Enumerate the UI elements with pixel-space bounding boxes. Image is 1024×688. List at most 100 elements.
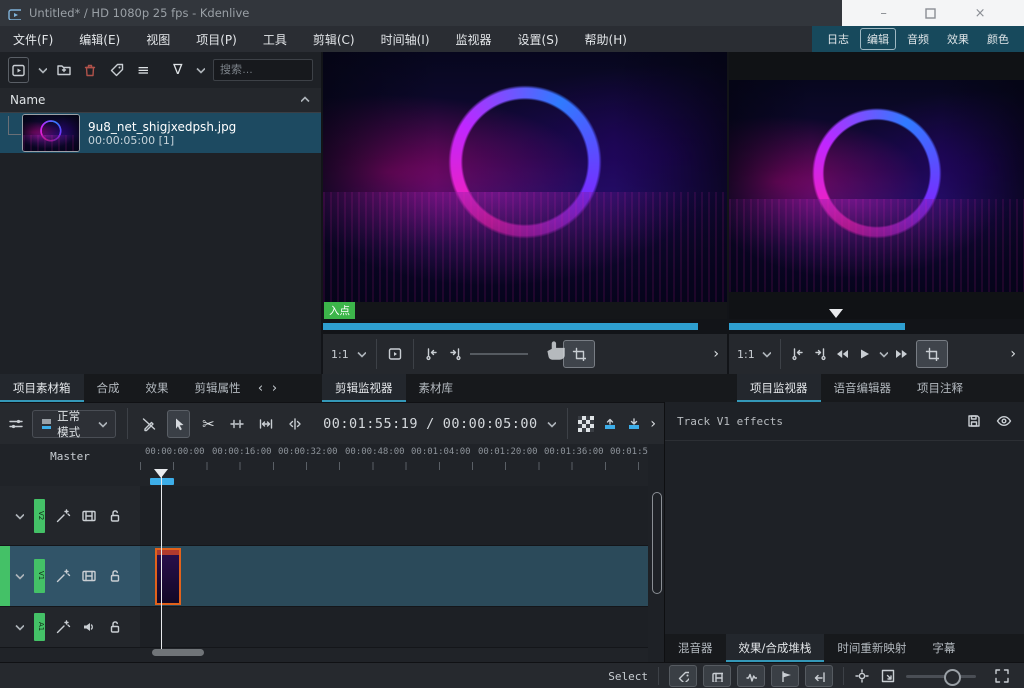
monitor-overlay-icon[interactable]	[387, 346, 403, 362]
set-out-point-icon[interactable]	[447, 346, 463, 362]
chevron-down-icon[interactable]	[195, 65, 205, 75]
menu-clip[interactable]: 剪辑(C)	[300, 26, 368, 52]
menu-view[interactable]: 视图	[133, 26, 183, 52]
tab-project-bin[interactable]: 项目素材箱	[0, 374, 84, 402]
chevron-down-icon[interactable]	[14, 511, 24, 521]
chevron-down-icon[interactable]	[878, 349, 888, 359]
track-v2-lane[interactable]	[140, 486, 648, 546]
speaker-icon[interactable]	[81, 619, 97, 635]
monitor-playhead[interactable]	[829, 309, 843, 318]
workspace-effects[interactable]: 效果	[940, 28, 976, 50]
track-target-bar[interactable]: V1	[34, 559, 45, 593]
rewind-icon[interactable]	[834, 346, 850, 362]
bin-name-header[interactable]: Name	[0, 88, 321, 113]
playhead-line[interactable]	[161, 470, 162, 652]
film-icon[interactable]	[81, 568, 97, 584]
chevron-down-icon[interactable]	[546, 419, 556, 429]
workspace-audio[interactable]: 音频	[900, 28, 936, 50]
track-v2-header[interactable]: V2	[0, 486, 140, 546]
effects-wand-icon[interactable]	[55, 508, 71, 524]
clip-monitor-ruler[interactable]	[323, 319, 727, 334]
zoom-level[interactable]: 1:1	[331, 348, 349, 361]
effects-wand-icon[interactable]	[55, 619, 71, 635]
insert-zone-button[interactable]	[256, 411, 277, 437]
timeline-position[interactable]: 00:01:55:19	[323, 416, 418, 432]
chevron-down-icon[interactable]	[14, 571, 24, 581]
fit-zoom-icon[interactable]	[880, 668, 896, 684]
tab-speech-editor[interactable]: 语音编辑器	[821, 374, 905, 402]
track-compositing-icon[interactable]	[578, 415, 595, 432]
tab-project-notes[interactable]: 项目注释	[904, 374, 976, 402]
master-button[interactable]: Master	[0, 450, 140, 463]
minimize-button[interactable]: –	[880, 6, 887, 21]
spacer-tool-button[interactable]	[227, 411, 248, 437]
edit-mode-dropdown[interactable]: 正常模式	[32, 409, 116, 439]
maximize-button[interactable]	[925, 7, 936, 19]
show-markers-button[interactable]	[669, 665, 697, 687]
save-icon[interactable]	[966, 413, 982, 429]
menu-settings[interactable]: 设置(S)	[505, 26, 572, 52]
tab-scroll-left[interactable]: ‹	[254, 374, 268, 402]
zone-bar[interactable]	[323, 323, 698, 330]
track-active-edge[interactable]	[0, 546, 10, 606]
audio-thumbnails-button[interactable]	[737, 665, 765, 687]
track-target-bar[interactable]: V2	[34, 498, 45, 533]
menu-file[interactable]: 文件(F)	[0, 26, 66, 52]
chevron-down-icon[interactable]	[14, 622, 24, 632]
tab-subtitles[interactable]: 字幕	[919, 634, 968, 662]
tab-clip-properties[interactable]: 剪辑属性	[182, 374, 254, 402]
timeline-settings-icon[interactable]	[8, 416, 24, 432]
chevron-down-icon[interactable]	[356, 349, 366, 359]
tab-mixer[interactable]: 混音器	[665, 634, 726, 662]
show-markers-comments-button[interactable]	[771, 665, 799, 687]
menu-project[interactable]: 项目(P)	[183, 26, 250, 52]
chevron-down-icon[interactable]	[761, 349, 771, 359]
add-clip-button[interactable]	[8, 57, 29, 83]
toolbar-overflow[interactable]: ›	[713, 346, 719, 362]
tab-scroll-right[interactable]: ›	[268, 374, 282, 402]
set-in-point-icon[interactable]	[424, 346, 440, 362]
toolbar-overflow[interactable]: ›	[1010, 346, 1016, 362]
selection-tool-button[interactable]	[167, 409, 190, 438]
horizontal-scrollbar-thumb[interactable]	[152, 649, 204, 656]
film-icon[interactable]	[81, 508, 97, 524]
timeline-clip[interactable]	[155, 548, 181, 605]
lock-open-icon[interactable]	[107, 568, 123, 584]
tab-compositions[interactable]: 合成	[84, 374, 133, 402]
vertical-scrollbar[interactable]	[648, 444, 664, 662]
filter-button[interactable]: ∇	[169, 58, 188, 82]
track-a1-lane[interactable]	[140, 607, 648, 648]
razor-tool-button[interactable]: ✂	[198, 411, 219, 437]
delete-button[interactable]	[81, 58, 100, 82]
fit-timeline-icon[interactable]	[994, 668, 1010, 684]
project-monitor-video[interactable]	[729, 80, 1024, 292]
create-folder-button[interactable]	[55, 58, 74, 82]
insert-track-zone-icon[interactable]	[602, 416, 618, 432]
close-button[interactable]: ×	[975, 6, 986, 21]
tab-effect-stack[interactable]: 效果/合成堆栈	[725, 634, 825, 662]
tab-clip-monitor[interactable]: 剪辑监视器	[322, 374, 406, 402]
zoom-slider-thumb[interactable]	[944, 668, 961, 686]
jog-slider[interactable]	[469, 353, 528, 355]
menu-timeline[interactable]: 时间轴(I)	[368, 26, 443, 52]
menu-tools[interactable]: 工具	[250, 26, 300, 52]
track-v1-header[interactable]: V1	[0, 546, 140, 607]
play-icon[interactable]	[856, 346, 872, 362]
tab-project-monitor[interactable]: 项目监视器	[737, 374, 821, 402]
toolbar-overflow[interactable]: ›	[650, 416, 656, 432]
menu-edit[interactable]: 编辑(E)	[66, 26, 133, 52]
zone-crop-button[interactable]	[915, 340, 948, 368]
track-target-bar[interactable]: A1	[34, 613, 45, 641]
bin-clip-row[interactable]: 9u8_net_shigjxedpsh.jpg 00:00:05:00 [1]	[0, 113, 321, 153]
effects-wand-icon[interactable]	[55, 568, 71, 584]
tag-button[interactable]	[108, 58, 127, 82]
lock-open-icon[interactable]	[107, 508, 123, 524]
zone-bar[interactable]	[729, 323, 905, 330]
timeline-zoom-slider[interactable]	[906, 668, 976, 686]
snap-button[interactable]	[805, 665, 833, 687]
video-thumbnails-button[interactable]	[703, 665, 731, 687]
tab-effects[interactable]: 效果	[133, 374, 182, 402]
set-out-point-icon[interactable]	[812, 346, 828, 362]
search-input[interactable]	[213, 59, 313, 81]
split-audio-button[interactable]	[284, 411, 305, 437]
